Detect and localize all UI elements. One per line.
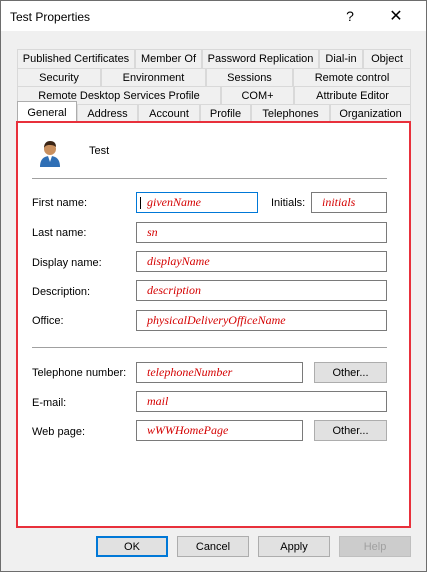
first-name-label: First name:	[32, 197, 88, 209]
last-name-label: Last name:	[32, 227, 87, 239]
initials-label: Initials:	[271, 197, 306, 209]
web-page-label: Web page:	[32, 426, 86, 438]
apply-button[interactable]: Apply	[258, 536, 330, 557]
first-name-field[interactable]: givenName	[136, 192, 258, 213]
section-divider	[32, 347, 387, 348]
tab-object[interactable]: Object	[363, 49, 411, 68]
tab-sessions[interactable]: Sessions	[206, 68, 293, 87]
display-name-label: Display name:	[32, 257, 102, 269]
telephone-field[interactable]: telephoneNumber	[136, 362, 303, 383]
tab-dial-in[interactable]: Dial-in	[319, 49, 363, 68]
tab-published-certificates[interactable]: Published Certificates	[17, 49, 135, 68]
first-name-value: givenName	[147, 195, 201, 209]
tab-account[interactable]: Account	[138, 104, 200, 123]
tab-environment[interactable]: Environment	[101, 68, 206, 87]
title-bar: Test Properties ? ✕	[1, 1, 426, 31]
tab-telephones[interactable]: Telephones	[251, 104, 330, 123]
tab-general[interactable]: General	[17, 101, 77, 123]
cancel-button[interactable]: Cancel	[177, 536, 249, 557]
user-avatar-icon	[37, 139, 63, 167]
initials-field[interactable]: initials	[311, 192, 387, 213]
web-page-other-button[interactable]: Other...	[314, 420, 387, 441]
display-name-field[interactable]: displayName	[136, 251, 387, 272]
email-label: E-mail:	[32, 397, 67, 409]
tab-member-of[interactable]: Member Of	[135, 49, 202, 68]
header-divider	[32, 178, 387, 179]
tab-address[interactable]: Address	[77, 104, 138, 123]
description-label: Description:	[32, 286, 91, 298]
tab-com-plus[interactable]: COM+	[221, 86, 294, 105]
tab-password-replication[interactable]: Password Replication	[202, 49, 319, 68]
tab-organization[interactable]: Organization	[330, 104, 411, 123]
help-button[interactable]: Help	[339, 536, 411, 557]
telephone-other-button[interactable]: Other...	[314, 362, 387, 383]
tab-profile[interactable]: Profile	[200, 104, 251, 123]
window-title: Test Properties	[10, 10, 91, 24]
properties-dialog: Test Properties ? ✕ Published Certificat…	[0, 0, 427, 572]
user-display-name: Test	[89, 145, 110, 157]
office-label: Office:	[32, 315, 64, 327]
tab-security[interactable]: Security	[17, 68, 101, 87]
telephone-label: Telephone number:	[32, 367, 127, 379]
tab-attribute-editor[interactable]: Attribute Editor	[294, 86, 411, 105]
help-icon[interactable]: ?	[327, 1, 373, 31]
tab-remote-control[interactable]: Remote control	[293, 68, 411, 87]
text-caret	[140, 197, 141, 209]
description-field[interactable]: description	[136, 280, 387, 301]
ok-button[interactable]: OK	[96, 536, 168, 557]
last-name-field[interactable]: sn	[136, 222, 387, 243]
email-field[interactable]: mail	[136, 391, 387, 412]
web-page-field[interactable]: wWWHomePage	[136, 420, 303, 441]
close-icon[interactable]: ✕	[373, 1, 419, 31]
office-field[interactable]: physicalDeliveryOfficeName	[136, 310, 387, 331]
